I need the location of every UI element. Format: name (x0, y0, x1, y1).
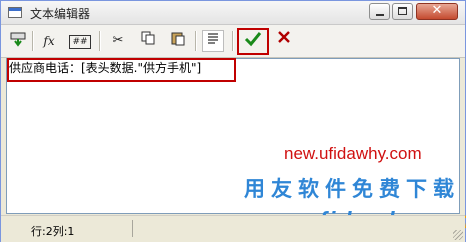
toolbar-separator (195, 31, 197, 51)
toolbar-separator (32, 31, 34, 51)
minimize-button[interactable] (369, 3, 390, 20)
field-button[interactable]: ## (67, 30, 93, 52)
cancel-button[interactable] (273, 30, 295, 52)
toolbar: fx ## ✂ (1, 25, 465, 58)
text-editor-window: 文本编辑器 ✕ fx ## ✂ 供应商电话：[表头数据."供方手机"] new.… (0, 0, 466, 242)
copy-icon (141, 31, 155, 45)
paste-button[interactable] (167, 30, 189, 52)
watermark-slogan: 用友软件免费下载 (244, 177, 460, 201)
close-icon: ✕ (431, 3, 443, 18)
insert-arrow-icon (10, 32, 26, 47)
field-icon: ## (69, 35, 91, 49)
toolbar-separator (99, 31, 101, 51)
resize-grip[interactable] (453, 230, 463, 240)
paste-icon (171, 32, 185, 46)
window-app-icon (8, 7, 22, 18)
text-highlight-frame (7, 58, 236, 82)
cross-icon (278, 31, 290, 43)
watermark-url: new.ufidawhy.com (284, 144, 422, 163)
insert-button[interactable] (7, 30, 29, 52)
status-divider (132, 220, 133, 237)
minimize-icon (376, 14, 384, 16)
wrap-button[interactable] (202, 30, 224, 52)
scissors-icon: ✂ (112, 33, 124, 48)
status-bar: 行:2列:1 (1, 215, 465, 242)
cut-button[interactable]: ✂ (107, 30, 129, 52)
maximize-button[interactable] (392, 3, 413, 20)
align-lines-icon (208, 33, 218, 44)
close-window-button[interactable]: ✕ (416, 3, 458, 20)
maximize-icon (398, 7, 407, 15)
function-button[interactable]: fx (38, 30, 60, 52)
window-title: 文本编辑器 (30, 7, 91, 21)
title-bar[interactable]: 文本编辑器 ✕ (1, 1, 465, 25)
ok-highlight-frame (237, 28, 269, 55)
cursor-position: 行:2列:1 (31, 225, 75, 238)
copy-button[interactable] (137, 30, 159, 52)
toolbar-separator (232, 31, 234, 51)
